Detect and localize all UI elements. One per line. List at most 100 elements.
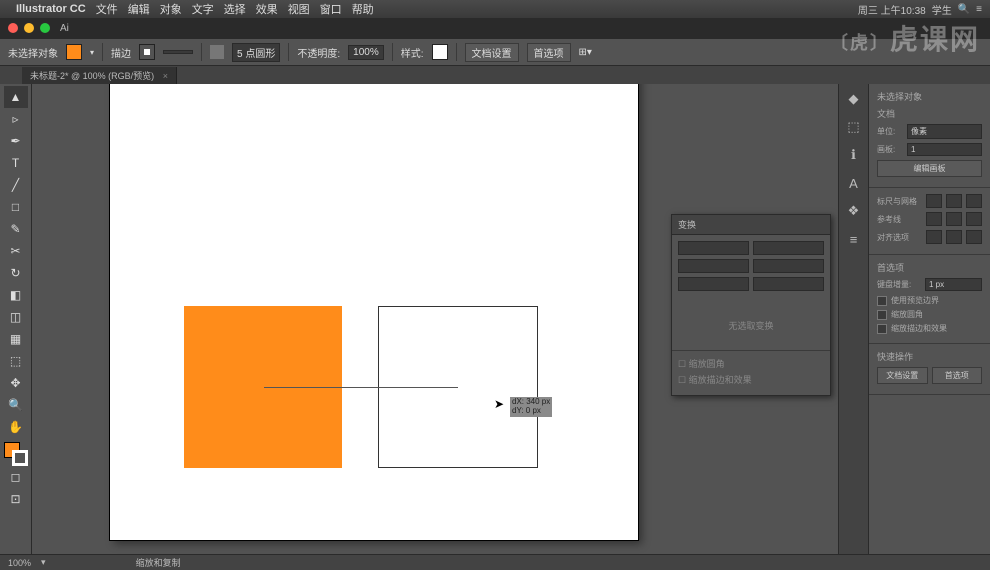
type-tool[interactable]: T [4, 152, 28, 174]
quick-doc-setup-button[interactable]: 文档设置 [877, 367, 928, 384]
units-field[interactable]: 像素 [907, 124, 982, 139]
status-bar: 100% ▾ 缩放和复制 [0, 554, 990, 570]
stroke-swatch[interactable] [139, 44, 155, 60]
toolbox: ▲ ▹ ✒ T ╱ □ ✎ ✂ ↻ ◧ ◫ ▦ ⬚ ✥ 🔍 ✋ ◻ ⊡ [0, 84, 32, 554]
guides-show-icon[interactable] [926, 212, 942, 226]
style-swatch[interactable] [432, 44, 448, 60]
menu-select[interactable]: 选择 [224, 1, 246, 17]
canvas[interactable]: ➤ dX: 340 px dY: 0 px 变换 [32, 84, 838, 554]
brush-icon[interactable] [210, 45, 224, 59]
align-icon[interactable]: ⊞▾ [579, 47, 592, 58]
brush-preset-field[interactable]: 5 点圆形 [232, 43, 280, 62]
dock-appearance-icon[interactable]: ❖ [845, 202, 863, 220]
gradient-tool[interactable]: ▦ [4, 328, 28, 350]
chk-preview-bounds[interactable]: 使用预览边界 [877, 295, 982, 306]
transform-angle-field[interactable] [678, 277, 749, 291]
menu-type[interactable]: 文字 [192, 1, 214, 17]
transform-y-field[interactable] [678, 259, 749, 273]
zoom-level[interactable]: 100% [8, 558, 31, 568]
props-doc-label: 文档 [877, 107, 982, 120]
ruler-grid-label: 标尺与网格 [877, 196, 922, 207]
transform-x-field[interactable] [678, 241, 749, 255]
transform-opt-strokes[interactable]: ☐ 缩放描边和效果 [678, 373, 824, 386]
dropdown-icon[interactable]: ▾ [90, 48, 94, 57]
menu-object[interactable]: 对象 [160, 1, 182, 17]
chk-scale-corners[interactable]: 缩放圆角 [877, 309, 982, 320]
shape-builder-tool[interactable]: ◫ [4, 306, 28, 328]
draw-mode-icon[interactable]: ◻ [4, 466, 28, 488]
artboard-tool[interactable]: ⬚ [4, 350, 28, 372]
rectangle-tool[interactable]: □ [4, 196, 28, 218]
main-area: ▲ ▹ ✒ T ╱ □ ✎ ✂ ↻ ◧ ◫ ▦ ⬚ ✥ 🔍 ✋ ◻ ⊡ ➤ dX… [0, 84, 990, 554]
doc-setup-button[interactable]: 文档设置 [465, 43, 519, 62]
transparency-grid-icon[interactable] [966, 194, 982, 208]
transform-panel-tab[interactable]: 变换 [672, 215, 830, 235]
screen-mode-icon[interactable]: ⊡ [4, 488, 28, 510]
menu-window[interactable]: 窗口 [320, 1, 342, 17]
rotate-tool[interactable]: ↻ [4, 262, 28, 284]
transform-shear-field[interactable] [753, 277, 824, 291]
line-tool[interactable]: ╱ [4, 174, 28, 196]
document-tab-label: 未标题-2* @ 100% (RGB/预览) [30, 71, 154, 81]
direct-selection-tool[interactable]: ▹ [4, 108, 28, 130]
drag-guide-line [264, 387, 458, 388]
app-name[interactable]: Illustrator CC [16, 3, 86, 15]
hand-tool[interactable]: ✋ [4, 416, 28, 438]
fill-swatch[interactable] [66, 44, 82, 60]
smart-guides-icon[interactable] [966, 212, 982, 226]
paintbrush-tool[interactable]: ✎ [4, 218, 28, 240]
minimize-icon[interactable] [24, 23, 34, 33]
eyedropper-tool[interactable]: ✥ [4, 372, 28, 394]
transform-panel[interactable]: 变换 无选取变换 ☐ 缩放圆角 ☐ 缩放描边和效果 [671, 214, 831, 396]
menu-help[interactable]: 帮助 [352, 1, 374, 17]
dock-type-icon[interactable]: A [845, 174, 863, 192]
pen-tool[interactable]: ✒ [4, 130, 28, 152]
chk-scale-strokes[interactable]: 缩放描边和效果 [877, 323, 982, 334]
transform-w-field[interactable] [753, 241, 824, 255]
zoom-dropdown-icon[interactable]: ▾ [41, 557, 46, 568]
cursor-icon: ➤ [494, 397, 504, 411]
ruler-icon[interactable] [926, 194, 942, 208]
snap-pixel-icon[interactable] [946, 230, 962, 244]
menu-effect[interactable]: 效果 [256, 1, 278, 17]
right-dock: ◆ ⬚ ℹ A ❖ ≡ [838, 84, 868, 554]
dock-properties-icon[interactable]: ◆ [845, 90, 863, 108]
quick-prefs-button[interactable]: 首选项 [932, 367, 983, 384]
close-icon[interactable] [8, 23, 18, 33]
document-tab[interactable]: 未标题-2* @ 100% (RGB/预览) × [22, 67, 177, 84]
grid-icon[interactable] [946, 194, 962, 208]
preferences-button[interactable]: 首选项 [527, 43, 571, 62]
zoom-icon[interactable] [40, 23, 50, 33]
menu-view[interactable]: 视图 [288, 1, 310, 17]
selection-tool[interactable]: ▲ [4, 86, 28, 108]
transform-h-field[interactable] [753, 259, 824, 273]
key-inc-label: 键盘增量: [877, 279, 921, 290]
key-inc-field[interactable]: 1 px [925, 278, 982, 291]
dock-info-icon[interactable]: ℹ [845, 146, 863, 164]
artboard-field[interactable]: 1 [907, 143, 982, 156]
dock-layers-icon[interactable]: ⬚ [845, 118, 863, 136]
snap-grid-icon[interactable] [966, 230, 982, 244]
stroke-color-icon[interactable] [12, 450, 28, 466]
width-tool[interactable]: ◧ [4, 284, 28, 306]
guides-label: 参考线 [877, 214, 922, 225]
menu-file[interactable]: 文件 [96, 1, 118, 17]
opacity-field[interactable]: 100% [348, 45, 384, 60]
close-tab-icon[interactable]: × [163, 71, 168, 81]
dock-libraries-icon[interactable]: ≡ [845, 230, 863, 248]
transform-opt-corners[interactable]: ☐ 缩放圆角 [678, 357, 824, 370]
menu-edit[interactable]: 编辑 [128, 1, 150, 17]
menu-extra-icon[interactable]: ≡ [976, 4, 982, 15]
window-title: Ai [60, 23, 69, 34]
fill-stroke-control[interactable] [4, 442, 28, 466]
search-icon[interactable]: 🔍 [958, 4, 970, 15]
scissors-tool[interactable]: ✂ [4, 240, 28, 262]
zoom-tool[interactable]: 🔍 [4, 394, 28, 416]
snap-label: 对齐选项 [877, 232, 922, 243]
snap-point-icon[interactable] [926, 230, 942, 244]
guides-lock-icon[interactable] [946, 212, 962, 226]
window-titlebar: Ai [0, 18, 990, 38]
edit-artboards-button[interactable]: 编辑画板 [877, 160, 982, 177]
stroke-weight-field[interactable] [163, 50, 193, 54]
artboard-label: 画板: [877, 144, 903, 155]
